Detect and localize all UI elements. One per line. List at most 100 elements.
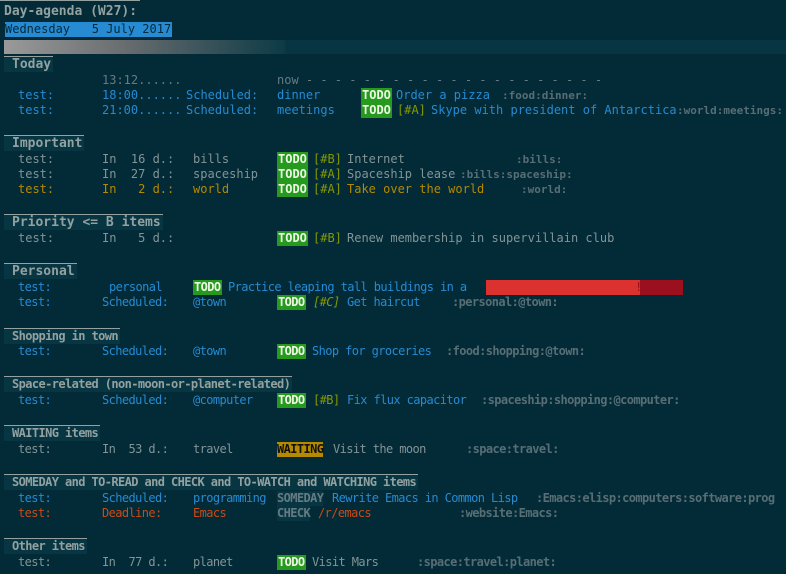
category: test: bbox=[18, 167, 55, 181]
tags: :personal:@town: bbox=[452, 295, 559, 309]
tags: :space:travel: bbox=[466, 442, 559, 456]
category: test: bbox=[18, 393, 52, 407]
item-title[interactable]: Get haircut bbox=[347, 295, 420, 310]
tags: :food:shopping:@town: bbox=[446, 344, 586, 358]
item-title[interactable]: Shop for groceries bbox=[312, 344, 432, 359]
category: test: bbox=[18, 442, 52, 456]
category: test: bbox=[18, 103, 55, 117]
schedule-type: Scheduled: bbox=[102, 491, 169, 505]
tags: :website:Emacs: bbox=[459, 506, 559, 520]
tags: :spaceship:shopping:@computer: bbox=[481, 393, 680, 407]
todo-keyword[interactable]: TODO bbox=[361, 103, 392, 118]
context: programming bbox=[193, 491, 266, 505]
section-header-priority: Priority <= B items bbox=[4, 214, 163, 230]
schedule-type: Scheduled: bbox=[186, 88, 259, 102]
priority: [#B] bbox=[313, 393, 340, 407]
section-header-important: Important bbox=[4, 135, 85, 151]
context: bills bbox=[193, 152, 230, 166]
section-header-other: Other items bbox=[4, 538, 87, 554]
category: test: bbox=[18, 280, 52, 294]
todo-keyword[interactable]: TODO bbox=[277, 555, 306, 570]
overflow-highlight-end bbox=[640, 280, 683, 295]
tags: :Emacs:elisp:computers:software:prog bbox=[536, 491, 775, 505]
item-title[interactable]: Visit the moon bbox=[333, 442, 426, 457]
category: test: bbox=[18, 506, 52, 520]
title-rule bbox=[0, 0, 140, 1]
section-header-waiting: WAITING items bbox=[4, 425, 101, 441]
tags: :world: bbox=[521, 183, 568, 196]
priority: [#C] bbox=[313, 295, 340, 309]
category: test: bbox=[18, 88, 55, 102]
tags: :bills:spaceship: bbox=[460, 168, 573, 181]
item-title[interactable]: Fix flux capacitor bbox=[347, 393, 467, 408]
todo-keyword[interactable]: TODO bbox=[277, 182, 308, 197]
priority: [#A] bbox=[397, 103, 426, 117]
todo-keyword[interactable]: TODO bbox=[193, 280, 222, 295]
now-marker: now - - - - - - - - - - - - - - - - - - … bbox=[277, 73, 603, 87]
due-in: In 16 d.: bbox=[102, 152, 175, 166]
time: 21:00...... bbox=[102, 103, 182, 117]
due-in: In 53 d.: bbox=[102, 442, 169, 456]
context: world bbox=[193, 182, 230, 196]
todo-keyword[interactable]: TODO bbox=[277, 295, 306, 310]
category: test: bbox=[18, 491, 52, 505]
context: spaceship bbox=[193, 167, 259, 181]
item-title[interactable]: Practice leaping tall buildings in a bbox=[228, 280, 467, 295]
context: personal bbox=[109, 280, 163, 294]
priority: [#B] bbox=[313, 231, 342, 245]
deadline-type: Deadline: bbox=[102, 506, 162, 520]
item-title[interactable]: Skype with president of Antarctica bbox=[431, 103, 677, 118]
item-title[interactable]: Spaceship lease bbox=[347, 167, 455, 182]
section-header-today: Today bbox=[4, 56, 54, 72]
schedule-type: Scheduled: bbox=[186, 103, 259, 117]
schedule-type: Scheduled: bbox=[102, 295, 169, 309]
time-grid-bar bbox=[4, 40, 786, 54]
item-title[interactable]: Take over the world bbox=[347, 182, 484, 197]
item-title[interactable]: Visit Mars bbox=[312, 555, 379, 570]
section-header-personal: Personal bbox=[4, 263, 77, 279]
due-in: In 27 d.: bbox=[102, 167, 175, 181]
category: test: bbox=[18, 344, 52, 358]
priority: [#A] bbox=[313, 167, 342, 181]
time: 18:00...... bbox=[102, 88, 182, 102]
category: test: bbox=[18, 182, 55, 196]
agenda-title: Day-agenda (W27): bbox=[4, 4, 138, 19]
due-in: In 77 d.: bbox=[102, 555, 169, 569]
item-title[interactable]: Order a pizza bbox=[396, 88, 490, 103]
overflow-highlight bbox=[486, 280, 640, 295]
tags: :food:dinner: bbox=[502, 89, 589, 102]
item-title[interactable]: Renew membership in supervillain club bbox=[347, 231, 614, 246]
schedule-type: Scheduled: bbox=[102, 344, 169, 358]
due-in: In 2 d.: bbox=[102, 182, 175, 196]
todo-keyword[interactable]: TODO bbox=[277, 167, 308, 182]
due-in: In 5 d.: bbox=[102, 231, 175, 245]
section-header-space: Space-related (non-moon-or-planet-relate… bbox=[4, 376, 293, 392]
current-time: 13:12...... bbox=[102, 73, 182, 87]
todo-keyword[interactable]: TODO bbox=[277, 152, 308, 167]
item-title[interactable]: Internet bbox=[347, 152, 405, 167]
section-header-someday: SOMEDAY and TO-READ and CHECK and TO-WAT… bbox=[4, 474, 419, 490]
context: @town bbox=[193, 344, 227, 358]
todo-keyword[interactable]: TODO bbox=[361, 88, 392, 103]
priority: [#B] bbox=[313, 152, 342, 166]
todo-keyword[interactable]: TODO bbox=[277, 393, 306, 408]
truncation-mark: ! bbox=[635, 280, 643, 294]
category: test: bbox=[18, 231, 55, 245]
item-title[interactable]: /r/emacs bbox=[318, 506, 372, 521]
context: meetings bbox=[277, 103, 335, 117]
section-header-shopping: Shopping in town bbox=[4, 328, 120, 344]
tags: :world:meetings: bbox=[677, 104, 783, 117]
someday-keyword[interactable]: SOMEDAY bbox=[277, 491, 324, 506]
category: test: bbox=[18, 555, 52, 569]
check-keyword[interactable]: CHECK bbox=[277, 506, 311, 521]
waiting-keyword[interactable]: WAITING bbox=[277, 442, 324, 457]
context: @computer bbox=[193, 393, 253, 407]
context: travel bbox=[193, 442, 233, 456]
agenda-date[interactable]: Wednesday 5 July 2017 bbox=[5, 22, 173, 37]
tags: :space:travel:planet: bbox=[417, 555, 557, 569]
todo-keyword[interactable]: TODO bbox=[277, 344, 306, 359]
todo-keyword[interactable]: TODO bbox=[277, 231, 308, 246]
context: Emacs bbox=[193, 506, 227, 520]
category: test: bbox=[18, 295, 52, 309]
item-title[interactable]: Rewrite Emacs in Common Lisp bbox=[332, 491, 518, 506]
